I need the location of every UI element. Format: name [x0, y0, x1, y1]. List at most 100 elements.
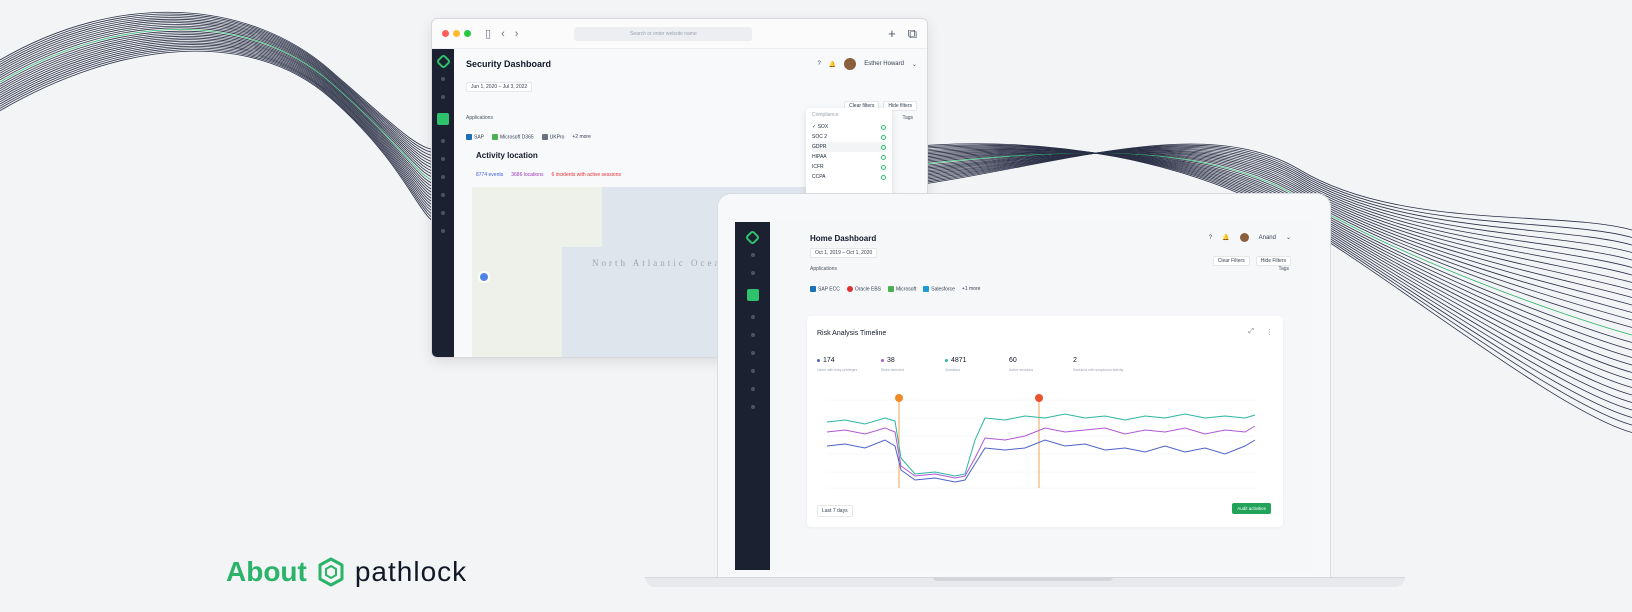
compliance-dropdown: Compliance ✓ SOX SOC 2 GDPR HIPAA ICFR C… [806, 108, 892, 198]
chevron-down-icon[interactable]: ⌄ [1286, 234, 1291, 241]
nav-home-icon[interactable] [441, 77, 445, 81]
nav-search-icon[interactable] [441, 95, 445, 99]
minimize-dot[interactable] [453, 30, 460, 37]
stat-item[interactable]: 38 Risks detected [881, 357, 945, 372]
event-marker[interactable] [1035, 394, 1043, 402]
nav-security-icon[interactable] [437, 113, 449, 125]
nav-users-icon[interactable] [750, 315, 755, 319]
nav-alerts-icon[interactable] [441, 193, 445, 197]
app-chip-salesforce[interactable]: Salesforce [923, 286, 955, 292]
nav-help-icon[interactable] [441, 229, 445, 233]
applications-dropdown[interactable]: Applications [810, 266, 837, 272]
compliance-option[interactable]: HIPAA [812, 152, 886, 162]
section-title: Activity location [476, 151, 538, 160]
compliance-status-icon [881, 124, 886, 130]
risk-timeline-chart[interactable] [815, 388, 1275, 498]
nav-home-icon[interactable] [750, 253, 755, 257]
incidents-chip[interactable]: 6 incidents with active sessions [552, 172, 621, 178]
nav-dashboard-icon[interactable] [746, 289, 759, 301]
sidebar-toggle-icon[interactable]: ▯ [485, 27, 491, 40]
nav-users-icon[interactable] [441, 139, 445, 143]
compliance-status-icon [881, 164, 886, 170]
app-chip-sap[interactable]: SAP [466, 134, 484, 140]
more-options-icon[interactable]: ⋮ [1266, 328, 1273, 336]
page-title: Security Dashboard [466, 59, 552, 69]
stat-item[interactable]: 60 Active sessions [1009, 357, 1073, 372]
activity-chips: 8774 events 3686 locations 6 incidents w… [476, 172, 621, 178]
clear-filters-button[interactable]: Clear Filters [1212, 256, 1250, 266]
app-filter-list: SAP Microsoft D365 UKPro +2 more [466, 134, 591, 140]
more-apps-link[interactable]: +1 more [962, 286, 980, 292]
nav-settings-icon[interactable] [441, 175, 445, 179]
series-line-violations [826, 413, 1256, 477]
event-marker[interactable] [895, 394, 903, 402]
user-menu[interactable]: ? 🔔 Anand ⌄ [1209, 233, 1291, 242]
period-dropdown[interactable]: Last 7 days [817, 505, 853, 517]
stat-item[interactable]: 2 Sessions with suspicious activity [1073, 357, 1183, 372]
nav-reports-icon[interactable] [441, 157, 445, 161]
home-dashboard-screen: Home Dashboard ? 🔔 Anand ⌄ Oct 1, 2019 –… [735, 222, 1313, 570]
sidebar [735, 222, 770, 570]
nav-help-icon[interactable] [750, 405, 755, 409]
tabs-overview-icon[interactable]: ⧉ [908, 26, 917, 42]
filter-actions: Clear Filters Hide Filters [1212, 256, 1291, 266]
app-chip-microsoft[interactable]: Microsoft [888, 286, 916, 292]
stat-item[interactable]: 4871 Violations [945, 357, 1009, 372]
avatar[interactable] [1239, 233, 1249, 242]
nav-audit-icon[interactable] [750, 387, 755, 391]
back-icon[interactable]: ‹ [501, 28, 505, 40]
hide-filters-button[interactable]: Hide Filters [1255, 256, 1291, 266]
compliance-option[interactable]: SOC 2 [812, 132, 886, 142]
applications-dropdown[interactable]: Applications [466, 115, 493, 121]
chevron-down-icon[interactable]: ⌄ [912, 61, 917, 68]
bell-icon[interactable]: 🔔 [829, 61, 836, 68]
nav-settings-icon[interactable] [750, 351, 755, 355]
help-icon[interactable]: ? [1209, 235, 1212, 241]
nav-reports-icon[interactable] [750, 333, 755, 337]
help-icon[interactable]: ? [817, 61, 820, 67]
maximize-dot[interactable] [464, 30, 471, 37]
pathlock-logo-icon [744, 229, 761, 246]
map-pin[interactable] [478, 271, 490, 283]
url-bar[interactable]: Search or enter website name [574, 26, 753, 41]
pathlock-logo-icon [435, 53, 451, 70]
nav-search-icon[interactable] [750, 271, 755, 275]
locations-chip[interactable]: 3686 locations [511, 172, 543, 178]
compliance-status-icon [881, 144, 886, 150]
close-dot[interactable] [442, 30, 449, 37]
bell-icon[interactable]: 🔔 [1222, 234, 1229, 241]
stat-item[interactable]: 174 Users with risky privileges [817, 357, 881, 372]
avatar[interactable] [844, 58, 857, 70]
tags-dropdown[interactable]: Tags [902, 115, 913, 121]
series-line-risks [826, 425, 1256, 479]
compliance-option[interactable]: GDPR [812, 142, 886, 152]
user-name: Esther Howard [864, 61, 904, 67]
audit-activities-button[interactable]: Audit activities [1232, 503, 1271, 514]
events-chip[interactable]: 8774 events [476, 172, 503, 178]
compliance-option[interactable]: ICFR [812, 162, 886, 172]
compliance-option[interactable]: CCPA [812, 172, 886, 182]
map-ocean-label: North Atlantic Ocean [592, 258, 729, 268]
app-chip-microsoft[interactable]: Microsoft D365 [492, 134, 534, 140]
app-chip-ukpro[interactable]: UKPro [541, 134, 564, 140]
stats-row: 174 Users with risky privileges 38 Risks d… [817, 357, 1183, 372]
app-chip-oracle[interactable]: Oracle EBS [846, 286, 881, 292]
date-range-picker[interactable]: Jun 1, 2020 – Jul 3, 2022 [466, 82, 533, 92]
tags-dropdown[interactable]: Tags [1278, 266, 1289, 272]
compliance-status-icon [881, 174, 886, 180]
new-tab-icon[interactable]: + [888, 26, 896, 42]
compliance-status-icon [881, 134, 886, 140]
date-range-picker[interactable]: Oct 1, 2019 – Oct 1, 2020 [810, 248, 878, 258]
nav-alerts-icon[interactable] [750, 369, 755, 373]
more-apps-link[interactable]: +2 more [572, 134, 590, 140]
app-chip-sap-ecc[interactable]: SAP ECC [810, 286, 840, 292]
forward-icon[interactable]: › [515, 28, 519, 40]
main-content: Home Dashboard ? 🔔 Anand ⌄ Oct 1, 2019 –… [770, 222, 1313, 570]
app-filter-list: SAP ECC Oracle EBS Microsoft Salesforce … [810, 286, 980, 292]
expand-icon[interactable]: ⤢ [1248, 328, 1254, 336]
map-land [562, 187, 602, 247]
about-heading: About pathlock [226, 556, 467, 588]
user-menu[interactable]: ? 🔔 Esther Howard ⌄ [817, 58, 917, 70]
nav-audit-icon[interactable] [441, 211, 445, 215]
compliance-option[interactable]: ✓ SOX [812, 122, 886, 132]
